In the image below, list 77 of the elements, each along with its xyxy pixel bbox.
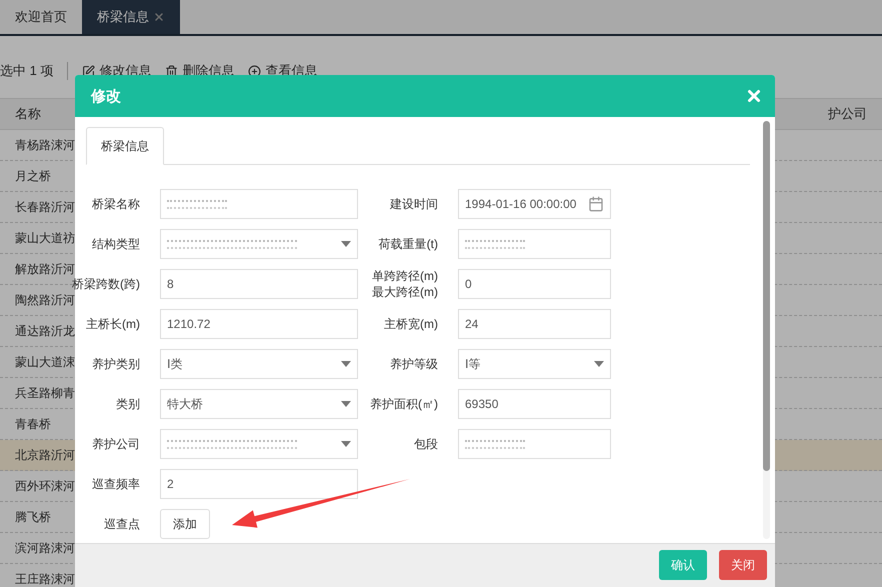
select-field[interactable] (160, 229, 358, 259)
table-cell-text: 青杨路涑河 (14, 136, 75, 154)
text-field[interactable]: 0 (458, 269, 611, 299)
column-header: 名称 (14, 105, 42, 123)
close-icon[interactable] (153, 11, 165, 23)
text-field[interactable]: 1210.72 (160, 309, 358, 339)
field-label: 主桥长(m) (86, 316, 141, 332)
table-cell-text: 通达路沂龙 (14, 322, 75, 340)
field-label: 巡查频率 (92, 476, 141, 492)
caret-icon (341, 241, 351, 247)
edit-icon (82, 64, 96, 78)
caret-icon (594, 361, 604, 367)
field-value: 0 (465, 277, 472, 291)
select-field[interactable] (160, 429, 358, 459)
field-value: 69350 (465, 397, 498, 411)
field-value: 1210.72 (167, 317, 210, 331)
table-cell-text: 青春桥 (14, 416, 51, 432)
field-value: 特大桥 (167, 396, 203, 412)
trash-icon (165, 64, 178, 78)
field-label: 单跨跨径(m) 最大跨径(m) (372, 268, 439, 300)
table-cell-text: 陶然路沂河 (14, 292, 75, 308)
table-cell-text: 北京路沂河 (14, 446, 75, 464)
field-label: 养护面积(㎡) (370, 396, 439, 412)
text-field[interactable] (458, 229, 611, 259)
field-label: 结构类型 (92, 236, 141, 252)
field-label: 桥梁跨数(跨) (72, 276, 141, 292)
field-value: 8 (167, 277, 174, 291)
select-field[interactable]: Ⅰ等 (458, 349, 611, 379)
table-cell-text: 蒙山大道涑 (14, 354, 75, 370)
close-button[interactable]: 关闭 (719, 550, 767, 580)
dialog-title: 修改 (91, 86, 121, 106)
close-icon[interactable] (745, 87, 763, 105)
scrollbar[interactable] (763, 121, 770, 539)
table-cell-text: 解放路沂河 (14, 260, 75, 278)
table-cell-text: 月之桥 (14, 168, 51, 184)
page-tab[interactable]: 桥梁信息 (82, 0, 180, 34)
field-value: 2 (167, 477, 174, 491)
table-cell-text: 长春路沂河 (14, 198, 75, 216)
field-label: 包段 (414, 436, 439, 452)
calendar-icon (588, 196, 604, 212)
table-cell-text: 王庄路涑河 (14, 570, 75, 587)
table-cell-text: 蒙山大道祊 (14, 230, 75, 246)
field-label: 主桥宽(m) (384, 316, 439, 332)
field-label: 巡查点 (104, 516, 141, 532)
selection-count: 选中 1 项 (0, 62, 54, 80)
field-label: 桥梁名称 (92, 196, 141, 212)
field-label: 养护等级 (390, 356, 439, 372)
caret-icon (341, 441, 351, 447)
table-cell-text: 西外环涑河 (14, 478, 75, 494)
table-cell-text: 兵圣路柳青 (14, 384, 75, 402)
text-field[interactable]: 69350 (458, 389, 611, 419)
field-value: 24 (465, 317, 478, 331)
text-field[interactable]: 24 (458, 309, 611, 339)
field-label: 荷载重量(t) (378, 236, 439, 252)
select-field[interactable]: Ⅰ类 (160, 349, 358, 379)
text-field[interactable]: 8 (160, 269, 358, 299)
text-field[interactable] (458, 429, 611, 459)
caret-icon (341, 361, 351, 367)
caret-icon (341, 401, 351, 407)
add-button[interactable]: 添加 (160, 509, 210, 539)
field-label: 类别 (116, 396, 141, 412)
page-tab[interactable]: 欢迎首页 (0, 0, 82, 34)
dialog-tab[interactable]: 桥梁信息 (86, 127, 164, 165)
field-value: Ⅰ等 (465, 356, 481, 372)
field-value: Ⅰ类 (167, 356, 183, 372)
field-value: 1994-01-16 00:00:00 (465, 197, 576, 211)
column-header: 护公司 (827, 105, 868, 123)
text-field[interactable]: 2 (160, 469, 358, 499)
field-label: 养护公司 (92, 436, 141, 452)
table-cell-text: 腾飞桥 (14, 508, 51, 526)
field-label: 建设时间 (390, 196, 439, 212)
table-cell-text: 滨河路涑河 (14, 540, 75, 556)
date-field[interactable]: 1994-01-16 00:00:00 (458, 189, 611, 219)
plus-circle-icon (248, 64, 262, 78)
select-field[interactable]: 特大桥 (160, 389, 358, 419)
text-field[interactable] (160, 189, 358, 219)
field-label: 养护类别 (92, 356, 141, 372)
